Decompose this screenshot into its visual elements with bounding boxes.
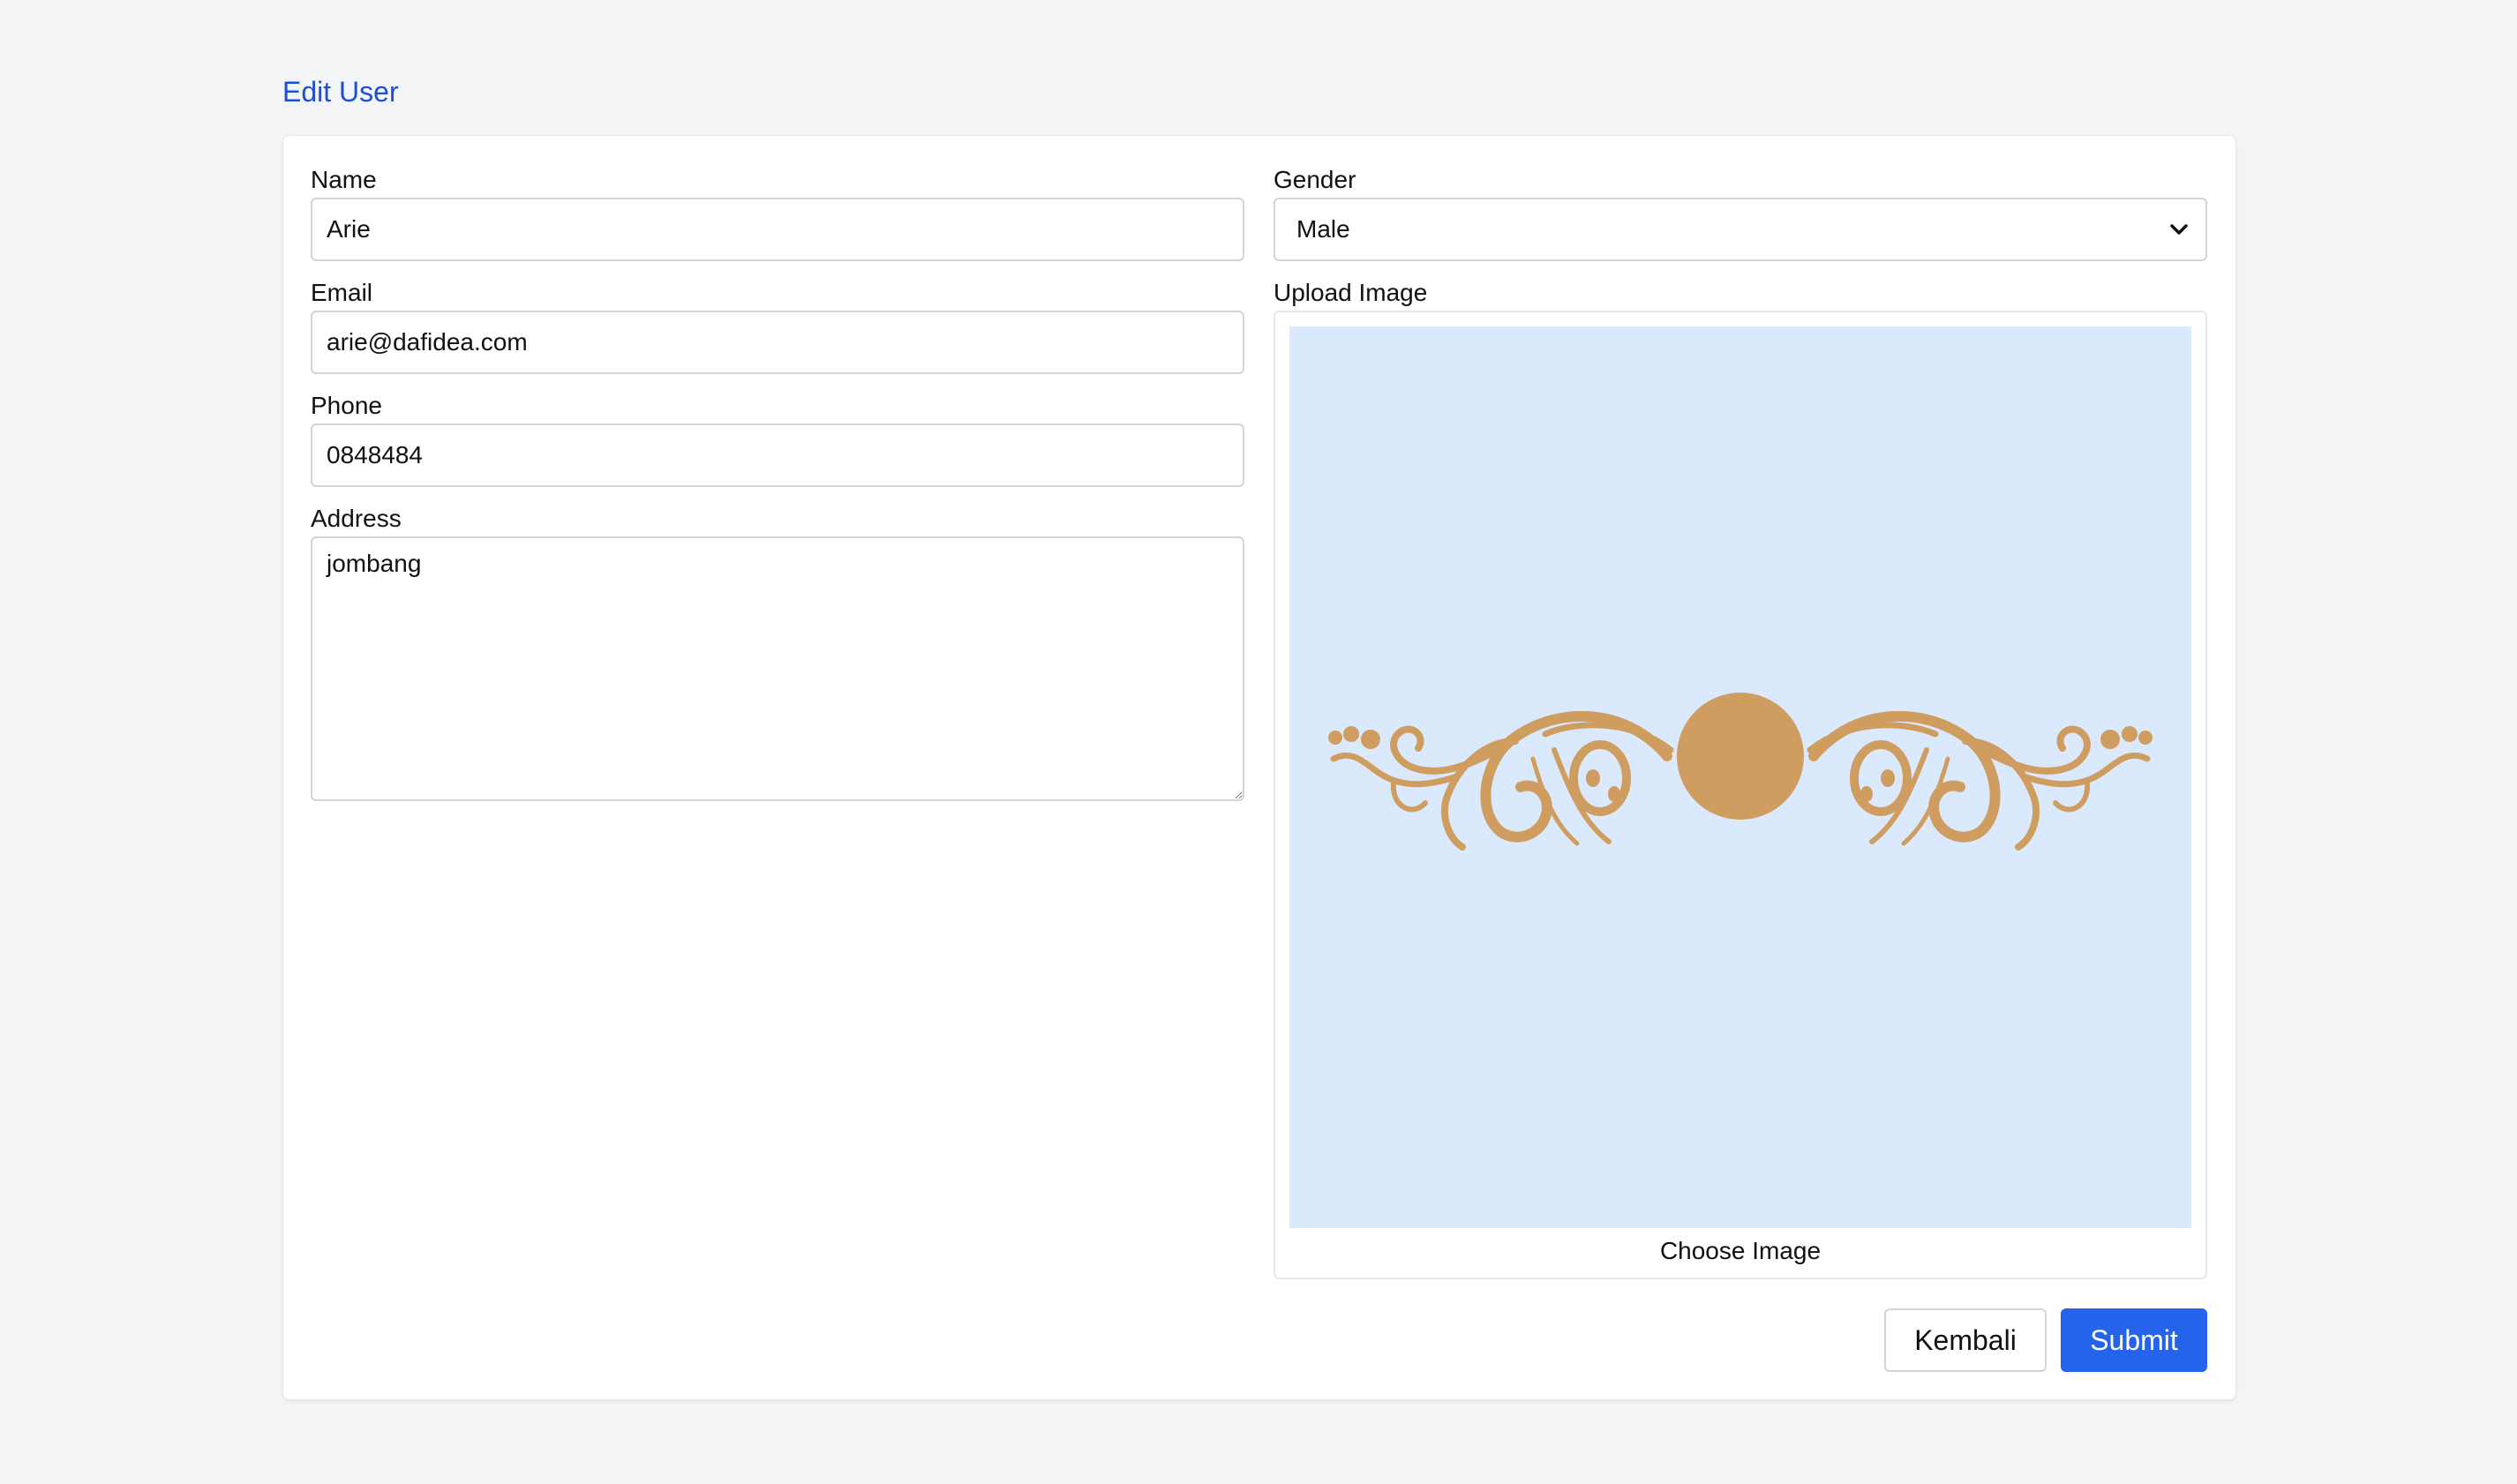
gender-select[interactable]: Male [1274, 198, 2207, 261]
choose-image-label[interactable]: Choose Image [1275, 1235, 2205, 1267]
ornament-image [1328, 693, 2153, 851]
email-input[interactable] [311, 311, 1244, 374]
email-label: Email [311, 279, 373, 306]
gender-selected-value: Male [1296, 215, 1350, 243]
upload-image-label: Upload Image [1274, 279, 1428, 306]
phone-input[interactable] [311, 423, 1244, 487]
address-label: Address [311, 505, 402, 532]
image-preview [1289, 326, 2191, 1228]
image-upload-area[interactable]: Choose Image [1274, 311, 2207, 1279]
submit-button[interactable]: Submit [2061, 1308, 2207, 1372]
name-label: Name [311, 166, 377, 193]
address-textarea[interactable]: jombang [311, 536, 1244, 801]
phone-label: Phone [311, 392, 382, 419]
name-input[interactable] [311, 198, 1244, 261]
back-button[interactable]: Kembali [1884, 1308, 2047, 1372]
edit-user-form: Name Email Phone Address jombang Gender … [282, 135, 2236, 1400]
gender-label: Gender [1274, 166, 1356, 193]
chevron-down-icon [2167, 217, 2191, 242]
page-title: Edit User [282, 76, 399, 108]
